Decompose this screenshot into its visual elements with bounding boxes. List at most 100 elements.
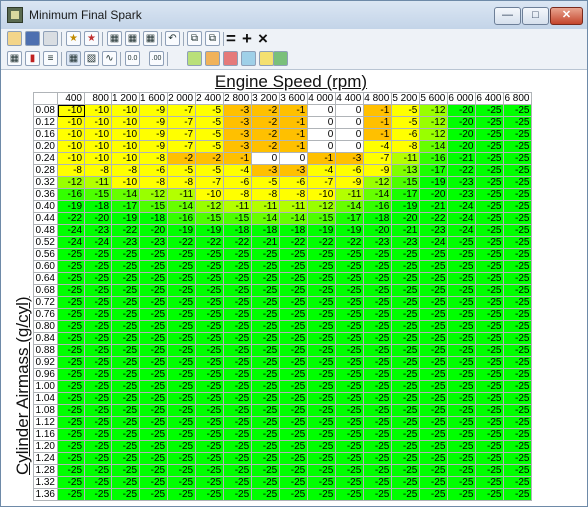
table-cell[interactable]: -25: [223, 284, 253, 297]
table-cell[interactable]: -25: [335, 464, 365, 477]
table-cell[interactable]: -25: [167, 308, 197, 321]
table-cell[interactable]: -16: [167, 212, 197, 225]
row-header[interactable]: 1.28: [33, 464, 58, 477]
row-header[interactable]: 0.84: [33, 332, 58, 345]
table-cell[interactable]: -25: [139, 404, 169, 417]
table-cell[interactable]: -7: [307, 176, 337, 189]
table-cell[interactable]: -25: [251, 392, 281, 405]
table-cell[interactable]: -19: [167, 224, 197, 237]
table-cell[interactable]: -25: [307, 476, 337, 489]
table-cell[interactable]: -25: [57, 320, 85, 333]
table-cell[interactable]: -25: [335, 284, 365, 297]
table-cell[interactable]: -5: [195, 104, 225, 117]
table-cell[interactable]: -25: [475, 392, 505, 405]
column-header[interactable]: 3 600: [279, 92, 309, 105]
row-header[interactable]: 0.92: [33, 356, 58, 369]
table-cell[interactable]: -13: [391, 164, 421, 177]
table-cell[interactable]: -25: [363, 404, 393, 417]
table-cell[interactable]: -25: [475, 368, 505, 381]
table-cell[interactable]: -25: [195, 284, 225, 297]
table-cell[interactable]: -22: [419, 212, 449, 225]
table-cell[interactable]: -23: [447, 188, 477, 201]
column-header[interactable]: 4 000: [307, 92, 337, 105]
table-cell[interactable]: 0: [251, 152, 281, 165]
table-cell[interactable]: -25: [335, 416, 365, 429]
table-cell[interactable]: -25: [110, 416, 141, 429]
table-cell[interactable]: -25: [223, 416, 253, 429]
table-cell[interactable]: -25: [84, 380, 112, 393]
table-cell[interactable]: -10: [57, 128, 85, 141]
table-cell[interactable]: -25: [475, 488, 505, 501]
table-cell[interactable]: -25: [335, 476, 365, 489]
table-cell[interactable]: -25: [363, 464, 393, 477]
table-cell[interactable]: -25: [139, 464, 169, 477]
table-cell[interactable]: -25: [110, 368, 141, 381]
table-cell[interactable]: -25: [195, 272, 225, 285]
table-cell[interactable]: -25: [307, 440, 337, 453]
table-cell[interactable]: -20: [447, 140, 477, 153]
table-cell[interactable]: -25: [363, 452, 393, 465]
table-cell[interactable]: -25: [475, 248, 505, 261]
table-mode-icon[interactable]: ▦: [66, 51, 81, 66]
table-cell[interactable]: -25: [195, 428, 225, 441]
table-cell[interactable]: -25: [503, 308, 533, 321]
table-cell[interactable]: -22: [307, 236, 337, 249]
table-cell[interactable]: -25: [279, 440, 309, 453]
table-cell[interactable]: -25: [279, 272, 309, 285]
table-cell[interactable]: -23: [447, 176, 477, 189]
table-cell[interactable]: -25: [475, 428, 505, 441]
table-cell[interactable]: 0: [335, 140, 365, 153]
table-cell[interactable]: -20: [419, 188, 449, 201]
table-cell[interactable]: -25: [419, 488, 449, 501]
table-cell[interactable]: 0: [335, 104, 365, 117]
column-header[interactable]: 6 800: [503, 92, 533, 105]
table-cell[interactable]: -25: [503, 416, 533, 429]
table-cell[interactable]: -15: [195, 212, 225, 225]
table-cell[interactable]: -25: [195, 440, 225, 453]
table-cell[interactable]: -25: [279, 404, 309, 417]
table-cell[interactable]: -25: [279, 428, 309, 441]
table-cell[interactable]: -9: [139, 116, 169, 129]
table-cell[interactable]: -25: [57, 332, 85, 345]
table-cell[interactable]: -25: [475, 356, 505, 369]
table-cell[interactable]: -20: [391, 212, 421, 225]
table-cell[interactable]: -25: [447, 296, 477, 309]
table-cell[interactable]: -9: [139, 104, 169, 117]
table-cell[interactable]: -25: [84, 464, 112, 477]
table-cell[interactable]: -25: [503, 344, 533, 357]
table-cell[interactable]: -25: [475, 224, 505, 237]
table-cell[interactable]: -25: [307, 464, 337, 477]
minimize-button[interactable]: —: [494, 7, 521, 25]
table-cell[interactable]: -25: [335, 308, 365, 321]
table-cell[interactable]: -25: [195, 464, 225, 477]
table-cell[interactable]: -5: [391, 116, 421, 129]
table-cell[interactable]: -10: [84, 152, 112, 165]
table-cell[interactable]: -1: [279, 116, 309, 129]
table-cell[interactable]: -25: [475, 188, 505, 201]
table-cell[interactable]: -25: [419, 344, 449, 357]
table-cell[interactable]: -25: [447, 488, 477, 501]
table-cell[interactable]: -25: [139, 332, 169, 345]
row-header[interactable]: 1.20: [33, 440, 58, 453]
table-cell[interactable]: -8: [139, 176, 169, 189]
table-cell[interactable]: -22: [223, 236, 253, 249]
table-cell[interactable]: -25: [307, 320, 337, 333]
table-cell[interactable]: -25: [251, 332, 281, 345]
grid-view-icon[interactable]: ▦: [107, 31, 122, 46]
table-cell[interactable]: -25: [279, 464, 309, 477]
table-cell[interactable]: -24: [84, 236, 112, 249]
table-cell[interactable]: -25: [335, 320, 365, 333]
smooth-icon[interactable]: [241, 51, 256, 66]
row-header[interactable]: 0.16: [33, 128, 58, 141]
table-cell[interactable]: -25: [391, 392, 421, 405]
table-cell[interactable]: -25: [279, 356, 309, 369]
table-cell[interactable]: -25: [279, 284, 309, 297]
table-cell[interactable]: -11: [279, 200, 309, 213]
table-cell[interactable]: -25: [419, 452, 449, 465]
table-cell[interactable]: -14: [419, 140, 449, 153]
table-cell[interactable]: -25: [279, 296, 309, 309]
table-cell[interactable]: -1: [307, 152, 337, 165]
table-cell[interactable]: -25: [475, 176, 505, 189]
table-cell[interactable]: -25: [419, 368, 449, 381]
table-cell[interactable]: -25: [195, 392, 225, 405]
